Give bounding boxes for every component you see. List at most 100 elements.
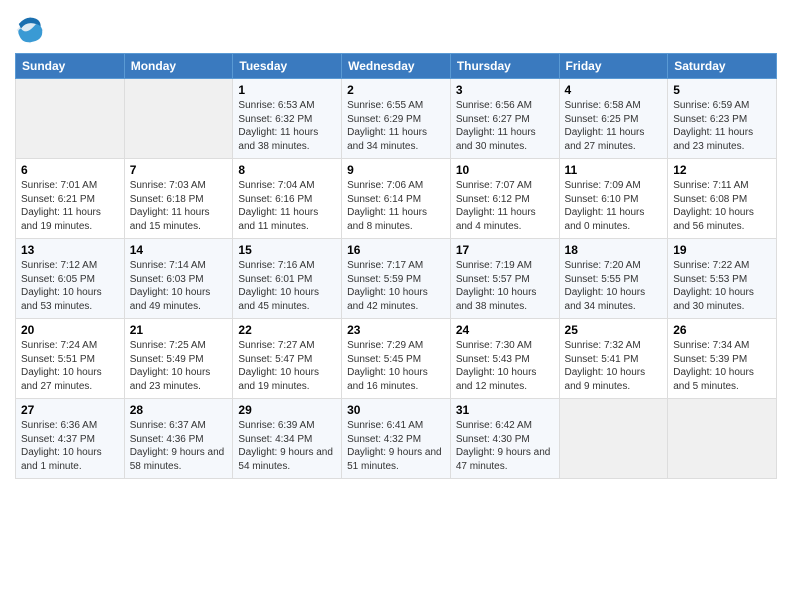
day-number: 24 — [456, 323, 554, 337]
day-info: Sunrise: 6:36 AMSunset: 4:37 PMDaylight:… — [21, 419, 119, 473]
day-cell: 14 Sunrise: 7:14 AMSunset: 6:03 PMDayligh… — [124, 239, 233, 319]
week-row-3: 13Sunrise: 7:12 AMSunset: 6:05 PMDayligh… — [16, 239, 777, 319]
day-info: Sunrise: 7:09 AMSunset: 6:10 PMDaylight:… — [565, 179, 663, 233]
day-cell: 22 Sunrise: 7:27 AMSunset: 5:47 PMDayligh… — [233, 319, 342, 399]
day-number: 19 — [673, 243, 771, 257]
day-info: Sunrise: 7:19 AMSunset: 5:57 PMDaylight:… — [456, 259, 554, 313]
weekday-header-row: SundayMondayTuesdayWednesdayThursdayFrid… — [16, 54, 777, 79]
day-number: 31 — [456, 403, 554, 417]
day-info: Sunrise: 7:27 AMSunset: 5:47 PMDaylight:… — [238, 339, 336, 393]
weekday-header-monday: Monday — [124, 54, 233, 79]
day-cell: 28 Sunrise: 6:37 AMSunset: 4:36 PMDayligh… — [124, 399, 233, 479]
day-cell: 29Sunrise: 6:39 AMSunset: 4:34 PMDayligh… — [233, 399, 342, 479]
day-number: 2 — [347, 83, 445, 97]
day-number: 23 — [347, 323, 445, 337]
day-number: 4 — [565, 83, 663, 97]
day-cell: 6 Sunrise: 7:01 AMSunset: 6:21 PMDaylight… — [16, 159, 125, 239]
day-cell: 2Sunrise: 6:55 AMSunset: 6:29 PMDaylight… — [342, 79, 451, 159]
day-number: 1 — [238, 83, 336, 97]
day-number: 28 — [130, 403, 228, 417]
day-number: 27 — [21, 403, 119, 417]
day-number: 9 — [347, 163, 445, 177]
day-cell — [16, 79, 125, 159]
day-info: Sunrise: 6:58 AMSunset: 6:25 PMDaylight:… — [565, 99, 663, 153]
day-number: 8 — [238, 163, 336, 177]
day-cell: 31Sunrise: 6:42 AMSunset: 4:30 PMDayligh… — [450, 399, 559, 479]
day-cell: 26Sunrise: 7:34 AMSunset: 5:39 PMDayligh… — [668, 319, 777, 399]
day-number: 7 — [130, 163, 228, 177]
day-info: Sunrise: 7:32 AMSunset: 5:41 PMDaylight:… — [565, 339, 663, 393]
day-info: Sunrise: 7:25 AMSunset: 5:49 PMDaylight:… — [130, 339, 228, 393]
day-cell: 11 Sunrise: 7:09 AMSunset: 6:10 PMDayligh… — [559, 159, 668, 239]
day-info: Sunrise: 6:59 AMSunset: 6:23 PMDaylight:… — [673, 99, 771, 153]
day-info: Sunrise: 6:37 AMSunset: 4:36 PMDaylight:… — [130, 419, 228, 473]
day-info: Sunrise: 7:16 AMSunset: 6:01 PMDaylight:… — [238, 259, 336, 313]
week-row-4: 20 Sunrise: 7:24 AMSunset: 5:51 PMDayligh… — [16, 319, 777, 399]
day-number: 29 — [238, 403, 336, 417]
day-info: Sunrise: 7:17 AMSunset: 5:59 PMDaylight:… — [347, 259, 445, 313]
day-cell: 24 Sunrise: 7:30 AMSunset: 5:43 PMDayligh… — [450, 319, 559, 399]
day-cell: 19 Sunrise: 7:22 AMSunset: 5:53 PMDayligh… — [668, 239, 777, 319]
weekday-header-thursday: Thursday — [450, 54, 559, 79]
day-info: Sunrise: 7:20 AMSunset: 5:55 PMDaylight:… — [565, 259, 663, 313]
day-cell: 8Sunrise: 7:04 AMSunset: 6:16 PMDaylight… — [233, 159, 342, 239]
logo-icon — [15, 15, 45, 45]
day-info: Sunrise: 7:06 AMSunset: 6:14 PMDaylight:… — [347, 179, 445, 233]
day-cell — [668, 399, 777, 479]
day-number: 14 — [130, 243, 228, 257]
day-number: 5 — [673, 83, 771, 97]
day-number: 13 — [21, 243, 119, 257]
day-number: 15 — [238, 243, 336, 257]
day-cell: 30 Sunrise: 6:41 AMSunset: 4:32 PMDayligh… — [342, 399, 451, 479]
week-row-2: 6 Sunrise: 7:01 AMSunset: 6:21 PMDaylight… — [16, 159, 777, 239]
day-cell — [124, 79, 233, 159]
day-cell — [559, 399, 668, 479]
day-info: Sunrise: 7:14 AMSunset: 6:03 PMDaylight:… — [130, 259, 228, 313]
day-cell: 10Sunrise: 7:07 AMSunset: 6:12 PMDayligh… — [450, 159, 559, 239]
day-info: Sunrise: 6:56 AMSunset: 6:27 PMDaylight:… — [456, 99, 554, 153]
day-cell: 21Sunrise: 7:25 AMSunset: 5:49 PMDayligh… — [124, 319, 233, 399]
day-info: Sunrise: 7:03 AMSunset: 6:18 PMDaylight:… — [130, 179, 228, 233]
day-number: 22 — [238, 323, 336, 337]
day-info: Sunrise: 7:30 AMSunset: 5:43 PMDaylight:… — [456, 339, 554, 393]
weekday-header-saturday: Saturday — [668, 54, 777, 79]
logo — [15, 15, 49, 45]
calendar-table: SundayMondayTuesdayWednesdayThursdayFrid… — [15, 53, 777, 479]
day-number: 6 — [21, 163, 119, 177]
day-cell: 4 Sunrise: 6:58 AMSunset: 6:25 PMDaylight… — [559, 79, 668, 159]
header — [15, 10, 777, 45]
day-number: 17 — [456, 243, 554, 257]
day-number: 11 — [565, 163, 663, 177]
day-info: Sunrise: 7:34 AMSunset: 5:39 PMDaylight:… — [673, 339, 771, 393]
day-info: Sunrise: 7:11 AMSunset: 6:08 PMDaylight:… — [673, 179, 771, 233]
day-cell: 17 Sunrise: 7:19 AMSunset: 5:57 PMDayligh… — [450, 239, 559, 319]
day-info: Sunrise: 7:29 AMSunset: 5:45 PMDaylight:… — [347, 339, 445, 393]
week-row-1: 1Sunrise: 6:53 AMSunset: 6:32 PMDaylight… — [16, 79, 777, 159]
day-cell: 3 Sunrise: 6:56 AMSunset: 6:27 PMDaylight… — [450, 79, 559, 159]
weekday-header-sunday: Sunday — [16, 54, 125, 79]
day-info: Sunrise: 7:24 AMSunset: 5:51 PMDaylight:… — [21, 339, 119, 393]
day-cell: 27 Sunrise: 6:36 AMSunset: 4:37 PMDayligh… — [16, 399, 125, 479]
day-cell: 13Sunrise: 7:12 AMSunset: 6:05 PMDayligh… — [16, 239, 125, 319]
weekday-header-friday: Friday — [559, 54, 668, 79]
weekday-header-wednesday: Wednesday — [342, 54, 451, 79]
day-number: 12 — [673, 163, 771, 177]
page: SundayMondayTuesdayWednesdayThursdayFrid… — [0, 0, 792, 494]
day-number: 3 — [456, 83, 554, 97]
day-info: Sunrise: 7:01 AMSunset: 6:21 PMDaylight:… — [21, 179, 119, 233]
day-cell: 20 Sunrise: 7:24 AMSunset: 5:51 PMDayligh… — [16, 319, 125, 399]
day-cell: 5 Sunrise: 6:59 AMSunset: 6:23 PMDaylight… — [668, 79, 777, 159]
day-cell: 12 Sunrise: 7:11 AMSunset: 6:08 PMDayligh… — [668, 159, 777, 239]
day-cell: 16Sunrise: 7:17 AMSunset: 5:59 PMDayligh… — [342, 239, 451, 319]
day-info: Sunrise: 7:22 AMSunset: 5:53 PMDaylight:… — [673, 259, 771, 313]
day-number: 20 — [21, 323, 119, 337]
day-number: 10 — [456, 163, 554, 177]
day-cell: 25Sunrise: 7:32 AMSunset: 5:41 PMDayligh… — [559, 319, 668, 399]
day-info: Sunrise: 6:41 AMSunset: 4:32 PMDaylight:… — [347, 419, 445, 473]
day-cell: 1Sunrise: 6:53 AMSunset: 6:32 PMDaylight… — [233, 79, 342, 159]
day-cell: 15 Sunrise: 7:16 AMSunset: 6:01 PMDayligh… — [233, 239, 342, 319]
weekday-header-tuesday: Tuesday — [233, 54, 342, 79]
day-number: 30 — [347, 403, 445, 417]
day-number: 18 — [565, 243, 663, 257]
week-row-5: 27 Sunrise: 6:36 AMSunset: 4:37 PMDayligh… — [16, 399, 777, 479]
